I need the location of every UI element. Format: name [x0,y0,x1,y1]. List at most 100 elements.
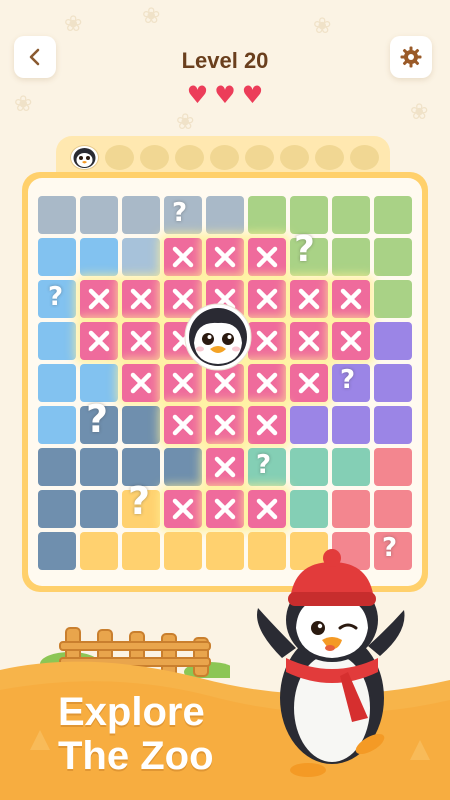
lives-hearts: ♥ ♥ ♥ [0,83,450,107]
crossed-cell[interactable] [290,364,328,402]
grid-cell[interactable] [164,532,202,570]
empty-slot [350,144,379,170]
cross-mark-icon [88,288,110,310]
cross-mark-icon [88,330,110,352]
grid-cell[interactable] [374,448,412,486]
grid-cell[interactable] [374,364,412,402]
grid-cell[interactable] [122,196,160,234]
empty-slot [315,144,344,170]
grid-cell[interactable] [206,532,244,570]
grid-cell[interactable] [38,196,76,234]
crossed-cell[interactable] [248,364,286,402]
promo-line-2: The Zoo [58,734,214,778]
crossed-cell[interactable] [290,322,328,360]
cross-mark-icon [130,288,152,310]
hint-question-mark[interactable]: ? [172,200,187,226]
grid-cell[interactable] [248,196,286,234]
grid-cell[interactable] [332,448,370,486]
paw-print-icon: ❀ [176,110,195,135]
cross-mark-icon [130,372,152,394]
grid-cell[interactable] [80,238,118,276]
grid-cell[interactable] [332,238,370,276]
crossed-cell[interactable] [206,490,244,528]
crossed-cell[interactable] [164,238,202,276]
paw-print-icon: ❀ [313,14,332,39]
crossed-cell[interactable] [122,322,160,360]
crossed-cell[interactable] [248,490,286,528]
grid-cell[interactable] [38,322,76,360]
crossed-cell[interactable] [164,490,202,528]
crossed-cell[interactable] [164,406,202,444]
crossed-cell[interactable] [206,406,244,444]
hint-question-mark[interactable]: ? [128,482,150,520]
hint-question-mark[interactable]: ? [48,284,63,310]
grid-cell[interactable] [374,280,412,318]
paw-print-icon: ❀ [64,12,83,37]
grid-cell[interactable] [290,448,328,486]
grid-cell[interactable] [122,532,160,570]
crossed-cell[interactable] [80,322,118,360]
grid-cell[interactable] [80,196,118,234]
cross-mark-icon [256,414,278,436]
collected-penguin-slot [70,144,99,170]
cross-mark-icon [298,288,320,310]
grid-cell[interactable] [38,364,76,402]
penguin-token-icon[interactable] [184,303,252,371]
grid-cell[interactable] [80,490,118,528]
grid-cell[interactable] [122,406,160,444]
grid-cell[interactable] [332,196,370,234]
cross-mark-icon [172,414,194,436]
crossed-cell[interactable] [80,280,118,318]
crossed-cell[interactable] [122,280,160,318]
grid-cell[interactable] [332,406,370,444]
hint-question-mark[interactable]: ? [294,232,315,268]
empty-slot [175,144,204,170]
grid-cell[interactable] [164,448,202,486]
cross-mark-icon [340,288,362,310]
grid-cell[interactable] [374,406,412,444]
crossed-cell[interactable] [248,238,286,276]
cross-mark-icon [256,288,278,310]
crossed-cell[interactable] [332,322,370,360]
grid-cell[interactable] [38,238,76,276]
hint-question-mark[interactable]: ? [340,367,355,393]
grid-cell[interactable] [206,196,244,234]
cross-mark-icon [172,246,194,268]
crossed-cell[interactable] [122,364,160,402]
cross-mark-icon [172,498,194,520]
grid-cell[interactable] [38,448,76,486]
grid-cell[interactable] [38,490,76,528]
crossed-cell[interactable] [206,448,244,486]
cross-mark-icon [256,246,278,268]
crossed-cell[interactable] [248,322,286,360]
settings-button[interactable] [390,36,432,78]
grid-cell[interactable] [122,238,160,276]
grid-cell[interactable] [80,448,118,486]
cross-mark-icon [214,372,236,394]
crossed-cell[interactable] [248,280,286,318]
cross-mark-icon [172,372,194,394]
grid-cell[interactable] [80,532,118,570]
grid-cell[interactable] [38,406,76,444]
heart-icon: ♥ [186,81,209,109]
puzzle-grid[interactable] [38,196,414,572]
empty-slot [245,144,274,170]
hint-question-mark[interactable]: ? [256,452,271,478]
grid-cell[interactable] [290,406,328,444]
grid-cell[interactable] [374,490,412,528]
grid-cell[interactable] [290,490,328,528]
crossed-cell[interactable] [332,280,370,318]
crossed-cell[interactable] [248,406,286,444]
heart-icon: ♥ [214,81,236,109]
grid-cell[interactable] [38,532,76,570]
hint-question-mark[interactable]: ? [86,400,108,438]
heart-icon: ♥ [241,81,264,109]
crossed-cell[interactable] [290,280,328,318]
grid-cell[interactable] [374,238,412,276]
grid-cell[interactable] [332,490,370,528]
grid-cell[interactable] [374,322,412,360]
crossed-cell[interactable] [206,238,244,276]
grid-cell[interactable] [374,196,412,234]
cross-mark-icon [214,498,236,520]
cross-mark-icon [256,372,278,394]
